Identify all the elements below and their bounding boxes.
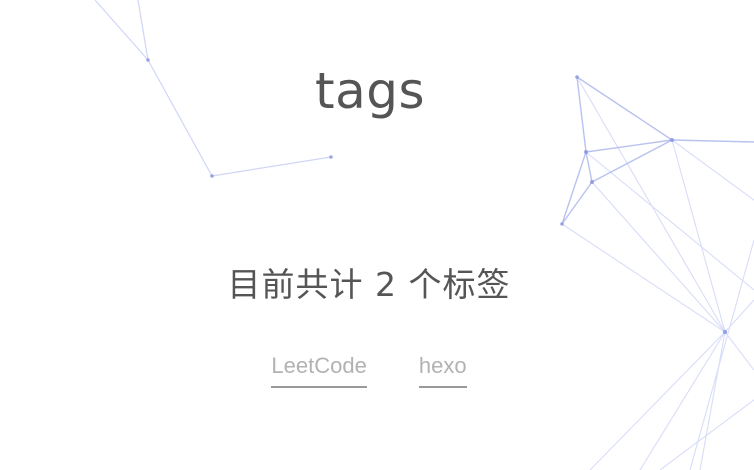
tag-cloud: LeetCode hexo	[0, 350, 738, 388]
main-content: tags 目前共计 2 个标签 LeetCode hexo	[0, 0, 754, 470]
tag-count-summary: 目前共计 2 个标签	[227, 265, 511, 304]
tag-link-leetcode[interactable]: LeetCode	[271, 350, 367, 388]
tag-link-hexo[interactable]: hexo	[418, 350, 467, 388]
page-title: tags	[314, 62, 426, 120]
